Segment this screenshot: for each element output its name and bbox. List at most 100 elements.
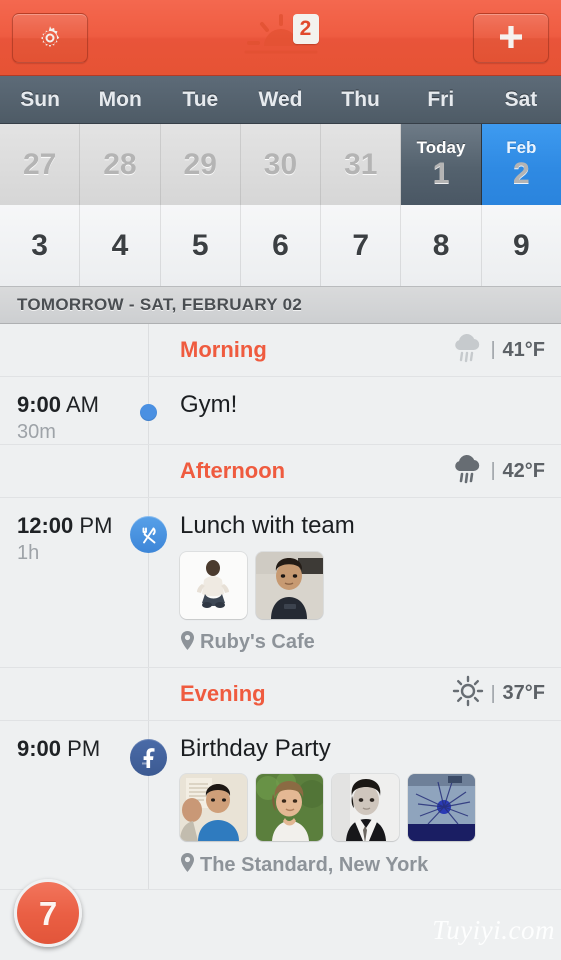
weekday-thu: Thu <box>341 88 380 111</box>
date-number: 30 <box>263 147 298 181</box>
event-time: 9:00 PM <box>17 737 148 760</box>
event-location[interactable]: Ruby's Cafe <box>180 630 545 655</box>
date-number: 29 <box>183 147 217 181</box>
weekday-sun: Sun <box>20 88 60 111</box>
facebook-icon <box>130 738 167 776</box>
rain-cloud-icon <box>450 332 484 369</box>
attendee-photo-4[interactable] <box>408 774 475 842</box>
settings-button[interactable] <box>12 12 88 63</box>
event-time-block: 12:00 PM 1h <box>0 498 148 667</box>
attendee-photo-3[interactable] <box>332 774 399 842</box>
agenda-list: Morning | 41°F 9:00 AM 30m Gym! Afternoo… <box>0 324 561 891</box>
event-time-hour: 9:00 <box>17 392 62 417</box>
date-label: Today <box>416 137 466 157</box>
day-header-text: TOMORROW - SAT, FEBRUARY 02 <box>17 295 303 314</box>
weather-summary-morning: | 41°F <box>450 332 545 369</box>
date-cell[interactable]: 5 <box>160 205 241 286</box>
part-of-day-gutter <box>0 324 148 376</box>
blue-dot-icon <box>140 404 157 421</box>
date-label: Feb <box>506 137 537 157</box>
event-location[interactable]: The Standard, New York <box>180 853 545 877</box>
event-time-hour: 9:00 <box>17 735 62 761</box>
date-cell[interactable]: 4 <box>80 205 161 286</box>
date-row-week-2: 3 4 5 6 7 8 9 <box>0 205 561 286</box>
date-cell[interactable]: 29 <box>160 124 241 205</box>
weekday-sat: Sat <box>504 88 538 111</box>
calendar-app: 2 Sun Mon Tue Wed Thu Fri Sat 27 28 29 3… <box>0 0 561 960</box>
date-cell[interactable]: 3 <box>0 205 81 286</box>
part-of-day-morning: Morning | 41°F <box>0 324 561 377</box>
attendee-photos <box>180 551 545 619</box>
date-number: 1 <box>432 156 450 190</box>
date-number: 5 <box>191 228 209 262</box>
attendee-photo-2[interactable] <box>256 774 323 842</box>
add-event-button[interactable] <box>473 12 549 63</box>
event-time-block: 9:00 PM <box>0 721 148 890</box>
part-of-day-evening: Evening | 37°F <box>0 668 561 721</box>
date-cell[interactable]: 7 <box>321 205 402 286</box>
date-cell-today[interactable]: Today 1 <box>401 124 482 205</box>
date-number: 27 <box>22 147 57 181</box>
event-row-birthday[interactable]: 9:00 PM Birthday Party The Standard, New… <box>0 721 561 891</box>
date-cell[interactable]: 27 <box>0 124 81 205</box>
map-pin-icon <box>180 853 195 877</box>
event-time-meridiem: PM <box>67 735 101 761</box>
date-number: 8 <box>432 228 450 262</box>
watermark: Tuyiyi.com <box>432 915 555 945</box>
date-number: 28 <box>103 147 137 181</box>
event-row-gym[interactable]: 9:00 AM 30m Gym! <box>0 377 561 446</box>
weather-summary-evening: | 37°F <box>452 675 545 712</box>
date-number: 9 <box>512 228 530 262</box>
part-of-day-label: Afternoon <box>180 458 286 484</box>
date-number: 6 <box>272 228 289 262</box>
date-cell[interactable]: 30 <box>240 124 322 205</box>
notification-badge[interactable]: 2 <box>292 13 319 44</box>
date-number: 7 <box>352 228 370 262</box>
event-location-text: The Standard, New York <box>200 853 429 876</box>
weather-separator: | <box>490 339 496 360</box>
part-of-day-gutter <box>0 668 148 720</box>
fork-knife-icon <box>130 516 167 554</box>
event-time-hour: 12:00 <box>17 513 74 539</box>
date-cell-selected[interactable]: Feb 2 <box>481 124 561 205</box>
date-cell[interactable]: 8 <box>401 205 482 286</box>
event-title: Birthday Party <box>180 734 331 762</box>
plus-icon <box>495 22 527 54</box>
attendee-photo-1[interactable] <box>180 551 247 619</box>
rain-cloud-icon <box>450 453 484 490</box>
temperature-value: 41°F <box>502 338 545 361</box>
weekday-tue: Tue <box>182 88 219 111</box>
weather-separator: | <box>490 682 496 704</box>
weather-summary-afternoon: | 42°F <box>450 453 545 490</box>
day-section-header: TOMORROW - SAT, FEBRUARY 02 <box>0 286 561 324</box>
today-count-label: 7 <box>38 894 58 932</box>
event-time-block: 9:00 AM 30m <box>0 377 148 444</box>
gear-icon <box>35 23 65 53</box>
event-row-lunch[interactable]: 12:00 PM 1h Lunch with team Ruby's Cafe <box>0 498 561 668</box>
event-time: 12:00 PM <box>17 514 148 537</box>
attendee-photo-2[interactable] <box>256 551 323 619</box>
temperature-value: 42°F <box>502 459 545 482</box>
part-of-day-label: Morning <box>180 337 267 362</box>
event-time: 9:00 AM <box>17 393 148 416</box>
date-row-week-1: 27 28 29 30 31 Today 1 Feb 2 <box>0 124 561 205</box>
event-title: Lunch with team <box>180 512 355 540</box>
part-of-day-gutter <box>0 445 148 497</box>
date-cell[interactable]: 31 <box>321 124 402 205</box>
weather-separator: | <box>490 460 496 482</box>
sunrise-indicator[interactable]: 2 <box>221 12 341 64</box>
weekday-header: Sun Mon Tue Wed Thu Fri Sat <box>0 76 561 124</box>
date-cell[interactable]: 6 <box>240 205 322 286</box>
attendee-photos <box>180 774 545 842</box>
date-number: 4 <box>111 228 129 262</box>
date-number: 3 <box>31 228 48 262</box>
part-of-day-afternoon: Afternoon | 42°F <box>0 445 561 499</box>
event-time-meridiem: AM <box>65 392 99 417</box>
date-cell[interactable]: 28 <box>80 124 161 205</box>
top-toolbar: 2 <box>0 0 561 76</box>
date-cell[interactable]: 9 <box>481 205 561 286</box>
event-title: Gym! <box>180 391 238 418</box>
attendee-photo-1[interactable] <box>180 774 247 842</box>
sun-icon <box>452 675 484 712</box>
today-jump-button[interactable]: 7 <box>14 879 82 947</box>
